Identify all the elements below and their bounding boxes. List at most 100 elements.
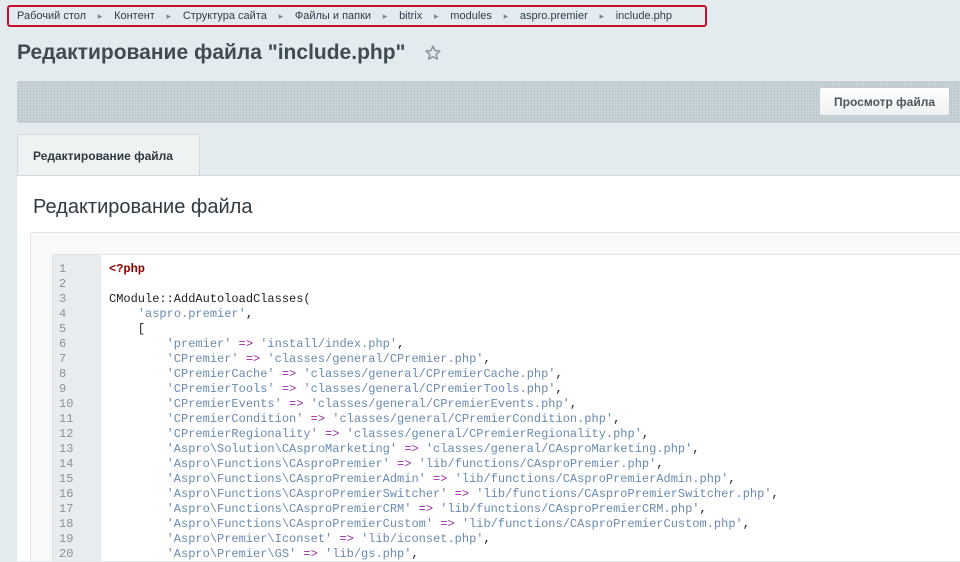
line-number: 18	[59, 517, 74, 531]
line-number: 17	[59, 502, 74, 516]
code-token: =>	[231, 337, 261, 351]
code-token: 'classes/general/CPremier.php'	[267, 352, 484, 366]
code-line: 'Aspro\Solution\CAsproMarketing' => 'cla…	[109, 442, 960, 457]
code-line: 'Aspro\Functions\CAsproPremierCRM' => 'l…	[109, 502, 960, 517]
code-token: ,	[728, 472, 736, 486]
code-token: ,	[555, 367, 563, 381]
chevron-right-icon: ▸	[503, 10, 509, 21]
code-token: 'lib/functions/CAsproPremierAdmin.php'	[454, 472, 729, 486]
line-number: 15	[59, 472, 74, 486]
code-token: 'lib/functions/CAsproPremier.php'	[418, 457, 657, 471]
breadcrumb-item: include.php	[615, 10, 673, 22]
code-token: ,	[613, 412, 621, 426]
code-token: ,	[483, 352, 491, 366]
breadcrumb-item[interactable]: Файлы и папки	[295, 10, 371, 22]
breadcrumb-item[interactable]: Структура сайта	[183, 10, 267, 22]
breadcrumb: Рабочий стол ▸ Контент ▸ Структура сайта ▸ Фай…	[7, 5, 707, 27]
code-token: ,	[742, 517, 750, 531]
code-token: 'CPremierCache'	[166, 367, 275, 381]
code-token: 'classes/general/CPremierCondition.php'	[332, 412, 614, 426]
line-number: 5	[59, 322, 67, 336]
code-token: ,	[555, 382, 563, 396]
code-token: =>	[281, 397, 311, 411]
code-token: ,	[411, 547, 419, 561]
breadcrumb-item[interactable]: modules	[450, 10, 492, 22]
code-token: ,	[692, 442, 700, 456]
page-title: Редактирование файла "include.php"	[17, 41, 406, 64]
star-icon[interactable]	[424, 44, 442, 62]
chevron-right-icon: ▸	[382, 10, 388, 21]
code-token: 'install/index.php'	[260, 337, 398, 351]
breadcrumb-item[interactable]: bitrix	[399, 10, 422, 22]
code-token: 'Aspro\Functions\CAsproPremierCustom'	[166, 517, 434, 531]
code-line: 'Aspro\Functions\CAsproPremierCustom' =>…	[109, 517, 960, 532]
code-token: 'premier'	[166, 337, 232, 351]
code-token: 'classes/general/CPremierTools.php'	[303, 382, 556, 396]
code-token: 'Aspro\Premier\Iconset'	[166, 532, 333, 546]
tab-edit-file[interactable]: Редактирование файла	[17, 134, 200, 176]
chevron-right-icon: ▸	[278, 10, 284, 21]
code-token: ,	[699, 502, 707, 516]
code-token: 'lib/functions/CAsproPremierCustom.php'	[461, 517, 743, 531]
code-token: 'Aspro\Functions\CAsproPremierCRM'	[166, 502, 412, 516]
chevron-right-icon: ▸	[434, 10, 439, 21]
code-token: 'CPremierRegionality'	[166, 427, 318, 441]
code-token: =>	[411, 502, 441, 516]
line-number: 1	[59, 262, 67, 276]
breadcrumb-item[interactable]: Контент	[114, 10, 155, 22]
title-row: Редактирование файла "include.php"	[17, 38, 442, 68]
code-token: 'Aspro\Solution\CAsproMarketing'	[166, 442, 398, 456]
line-number: 14	[59, 457, 74, 471]
line-number: 4	[59, 307, 67, 321]
code-token: 'classes/general/CPremierRegionality.php…	[346, 427, 642, 441]
code-line: 'aspro.premier',	[109, 307, 960, 322]
line-number: 6	[59, 337, 67, 351]
code-line: 'CPremierRegionality' => 'classes/genera…	[109, 427, 960, 442]
code-line: <?php	[109, 262, 960, 277]
code-token: ,	[771, 487, 779, 501]
code-token: =>	[389, 457, 419, 471]
toolbar: Просмотр файла	[17, 81, 960, 123]
code-token: ,	[397, 337, 405, 351]
line-number: 2	[59, 277, 67, 291]
view-file-button[interactable]: Просмотр файла	[819, 87, 950, 116]
breadcrumb-item[interactable]: Рабочий стол	[17, 10, 86, 22]
code-token: ,	[483, 532, 491, 546]
code-line: CModule::AddAutoloadClasses(	[109, 292, 960, 307]
code-token: 'CPremier'	[166, 352, 239, 366]
line-numbers: 1 2 3 4 5 6 7 8 9 10 11 12 13 14 15 16 17 18 19 20	[53, 255, 101, 561]
code-token: ,	[656, 457, 664, 471]
code-token: =>	[274, 367, 304, 381]
line-number: 8	[59, 367, 67, 381]
code-token: 'aspro.premier'	[137, 307, 246, 321]
code-token: ,	[641, 427, 650, 441]
code-editor[interactable]: 1 2 3 4 5 6 7 8 9 10 11 12 13 14 15 16 17 18 19 20 <?php CMo…	[52, 254, 960, 561]
code-token: 'classes/general/CPremierCache.php'	[303, 367, 556, 381]
code-token: 'CPremierTools'	[166, 382, 275, 396]
code-token: =>	[397, 442, 426, 456]
code-token: ,	[245, 307, 254, 321]
code-token: [	[109, 322, 146, 336]
line-number: 11	[59, 412, 74, 426]
panel-title: Редактирование файла	[33, 196, 253, 218]
code-token: 'lib/gs.php'	[325, 547, 412, 561]
editor-container: 1 2 3 4 5 6 7 8 9 10 11 12 13 14 15 16 17 18 19 20 <?php CMo…	[30, 232, 960, 561]
code-token: 'CPremierCondition'	[166, 412, 304, 426]
breadcrumb-item[interactable]: aspro.premier	[520, 10, 588, 22]
code-token: 'lib/functions/CAsproPremierSwitcher.php…	[476, 487, 772, 501]
code-area[interactable]: <?phpCModule::AddAutoloadClasses( 'aspro…	[101, 255, 960, 561]
